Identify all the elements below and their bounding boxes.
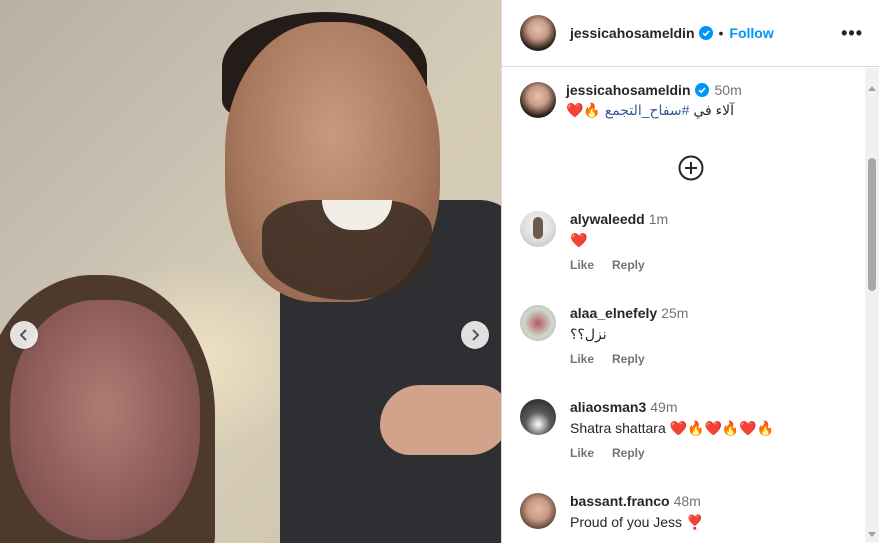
comment-text: Shatra shattara: [570, 420, 666, 436]
like-button[interactable]: Like: [570, 258, 594, 272]
post-media[interactable]: [0, 0, 501, 543]
comment-item: alaa_elnefely 25m نزل؟؟ Like Reply: [502, 305, 879, 366]
comment-avatar[interactable]: [520, 211, 556, 247]
carousel-prev-button[interactable]: [10, 321, 38, 349]
comment-username[interactable]: aliaosman3: [570, 399, 646, 415]
reply-button[interactable]: Reply: [612, 446, 645, 460]
verified-badge-icon: [694, 83, 709, 97]
comment-time: 25m: [661, 305, 689, 321]
comment-emojis: ❣️: [685, 514, 704, 530]
comment-text: ❤️: [570, 232, 588, 248]
reply-button[interactable]: Reply: [612, 258, 645, 272]
verified-badge-icon: [698, 26, 713, 40]
scroll-thumb[interactable]: [868, 158, 876, 291]
comment-text: Proud of you Jess: [570, 514, 683, 530]
comment-username[interactable]: alaa_elnefely: [570, 305, 657, 321]
chevron-right-icon: [472, 329, 480, 341]
follow-button[interactable]: Follow: [729, 25, 773, 41]
add-comment-button[interactable]: [502, 155, 879, 181]
separator-dot: •: [718, 25, 724, 41]
carousel-next-button[interactable]: [461, 321, 489, 349]
add-circle-icon: [678, 155, 703, 181]
like-button[interactable]: Like: [570, 446, 594, 460]
post-header: jessicahosameldin • Follow •••: [502, 0, 879, 67]
scroll-up-icon[interactable]: [868, 86, 876, 91]
chevron-left-icon: [19, 329, 27, 341]
comment-time: 1m: [648, 211, 669, 227]
scroll-down-icon[interactable]: [868, 532, 876, 537]
caption-avatar[interactable]: [520, 82, 556, 118]
comment-item: bassant.franco 48m Proud of you Jess ❣️: [502, 493, 879, 531]
comment-avatar[interactable]: [520, 493, 556, 529]
comments-scroll[interactable]: jessicahosameldin 50m آلاء في #سفاح_التج…: [502, 68, 879, 543]
comment-item: aliaosman3 49m Shatra shattara ❤️🔥❤️🔥❤️🔥 …: [502, 399, 879, 460]
caption-hashtag[interactable]: #سفاح_التجمع: [605, 102, 690, 118]
vertical-scrollbar[interactable]: [865, 68, 879, 543]
comment-item: alywaleedd 1m ❤️ Like Reply: [502, 211, 879, 272]
more-options-icon[interactable]: •••: [841, 23, 863, 44]
comment-time: 48m: [673, 493, 701, 509]
photo-face-woman: [10, 300, 200, 540]
caption-prefix: آلاء في: [693, 102, 735, 118]
caption-username[interactable]: jessicahosameldin: [566, 82, 691, 98]
post-side-panel: jessicahosameldin • Follow ••• jessicaho…: [501, 0, 879, 543]
comment-text: نزل؟؟: [570, 326, 607, 342]
photo-hand: [380, 385, 501, 455]
author-avatar[interactable]: [520, 15, 556, 51]
comment-time: 49m: [650, 399, 678, 415]
author-username[interactable]: jessicahosameldin: [570, 25, 695, 41]
comment-username[interactable]: alywaleedd: [570, 211, 645, 227]
comment-username[interactable]: bassant.franco: [570, 493, 670, 509]
post-caption: jessicahosameldin 50m آلاء في #سفاح_التج…: [502, 68, 879, 119]
comment-emojis: ❤️🔥❤️🔥❤️🔥: [669, 420, 775, 436]
like-button[interactable]: Like: [570, 352, 594, 366]
caption-text: آلاء في #سفاح_التجمع 🔥❤️: [566, 102, 742, 119]
reply-button[interactable]: Reply: [612, 352, 645, 366]
comment-avatar[interactable]: [520, 399, 556, 435]
caption-time: 50m: [714, 82, 742, 98]
caption-emojis: 🔥❤️: [566, 102, 601, 118]
comment-avatar[interactable]: [520, 305, 556, 341]
